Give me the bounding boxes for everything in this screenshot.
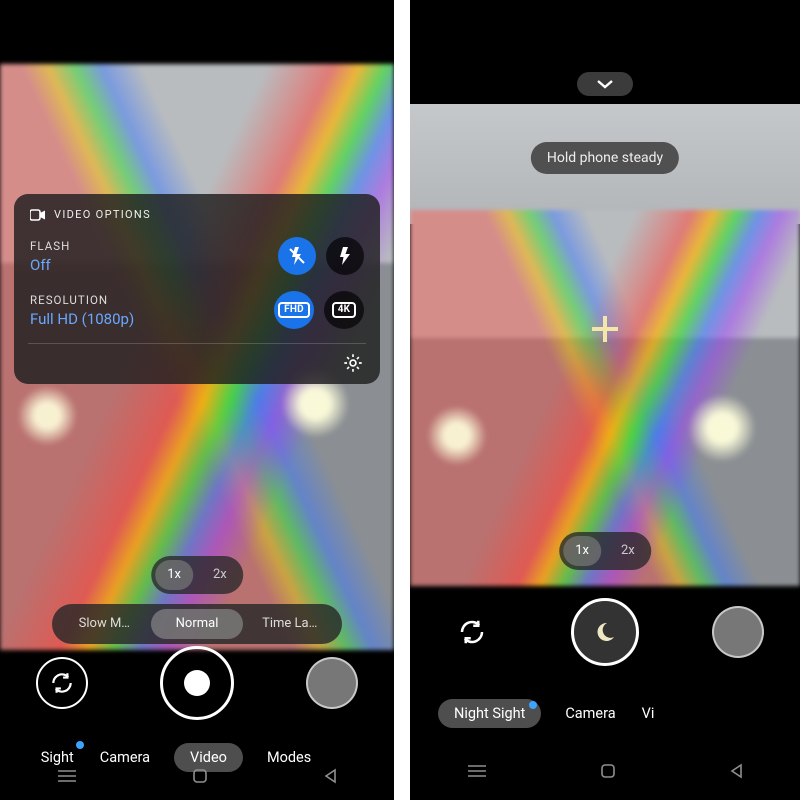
zoom-switch[interactable]: 1x 2x	[559, 532, 651, 570]
focus-reticle-icon	[592, 316, 618, 342]
flash-on-icon	[338, 246, 352, 266]
android-nav-bar	[410, 742, 800, 800]
resolution-4k-button[interactable]: 4K	[324, 291, 364, 329]
speed-slowmo[interactable]: Slow M…	[58, 609, 151, 639]
flash-off-button[interactable]	[278, 237, 316, 275]
settings-pulldown-handle[interactable]	[577, 72, 633, 96]
resolution-value: Full HD (1080p)	[30, 310, 264, 328]
zoom-2x[interactable]: 2x	[201, 560, 239, 590]
switch-camera-icon	[457, 617, 487, 647]
gallery-thumbnail[interactable]	[306, 657, 358, 709]
recent-apps-button[interactable]	[57, 769, 77, 783]
mode-camera[interactable]: Camera	[563, 699, 617, 728]
fhd-badge: FHD	[278, 302, 310, 318]
phone-left-video: VIDEO OPTIONS FLASH Off RESOLUTION Full …	[0, 0, 394, 800]
flash-on-button[interactable]	[326, 237, 364, 275]
4k-badge: 4K	[332, 302, 357, 318]
mode-night-sight[interactable]: Night Sight	[438, 699, 541, 728]
speed-normal[interactable]: Normal	[151, 609, 244, 639]
home-button[interactable]	[600, 763, 616, 779]
video-camera-icon	[30, 209, 46, 221]
flash-off-icon	[288, 246, 306, 266]
panel-title: VIDEO OPTIONS	[54, 208, 151, 221]
record-dot-icon	[184, 670, 210, 696]
gear-icon	[342, 352, 364, 374]
zoom-switch[interactable]: 1x 2x	[151, 556, 243, 594]
zoom-1x[interactable]: 1x	[563, 536, 601, 566]
capture-controls	[0, 638, 394, 728]
shutter-button[interactable]	[160, 646, 234, 720]
home-button[interactable]	[192, 768, 208, 784]
resolution-fhd-button[interactable]: FHD	[274, 291, 314, 329]
shutter-button[interactable]	[571, 598, 639, 666]
video-options-panel: VIDEO OPTIONS FLASH Off RESOLUTION Full …	[14, 194, 380, 384]
hold-steady-toast: Hold phone steady	[531, 142, 679, 174]
new-feature-dot-icon	[529, 701, 537, 709]
moon-icon	[593, 620, 617, 644]
android-nav-bar	[0, 752, 394, 800]
recent-apps-button[interactable]	[467, 764, 487, 778]
mode-video-partial[interactable]: Vi	[640, 699, 657, 728]
resolution-label: RESOLUTION	[30, 293, 264, 307]
flash-value: Off	[30, 256, 268, 274]
viewfinder	[410, 210, 800, 586]
settings-button[interactable]	[342, 352, 364, 374]
zoom-1x[interactable]: 1x	[155, 560, 193, 590]
capture-controls	[410, 590, 800, 674]
back-button[interactable]	[729, 763, 743, 779]
mode-strip[interactable]: Night Sight Camera Vi	[410, 690, 800, 736]
gallery-thumbnail[interactable]	[712, 606, 764, 658]
chevron-down-icon	[596, 79, 614, 89]
switch-camera-button[interactable]	[36, 657, 88, 709]
back-button[interactable]	[323, 768, 337, 784]
switch-camera-button[interactable]	[446, 606, 498, 658]
zoom-2x[interactable]: 2x	[609, 536, 647, 566]
switch-camera-icon	[49, 670, 75, 696]
speed-timelapse[interactable]: Time La…	[243, 609, 336, 639]
phone-right-night-sight: Hold phone steady 1x 2x Night Sight Came…	[410, 0, 800, 800]
flash-label: FLASH	[30, 239, 268, 253]
new-feature-dot-icon	[76, 741, 84, 749]
